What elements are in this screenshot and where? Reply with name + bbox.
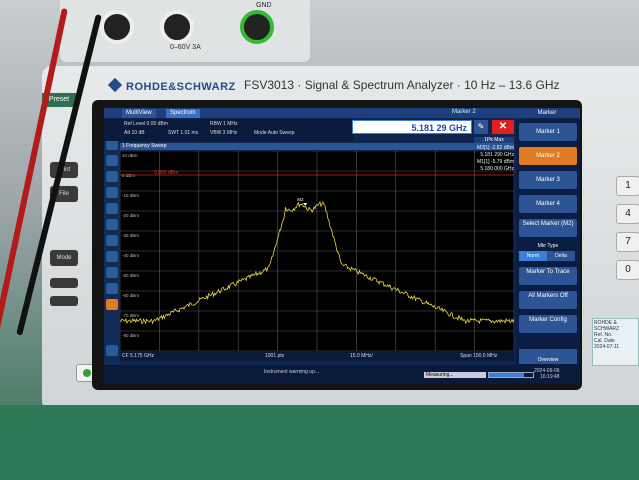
select-marker-button[interactable]: Select Marker (M2) bbox=[519, 219, 577, 237]
measuring-indicator: Measuring... bbox=[424, 372, 486, 378]
marker-2-button[interactable]: Marker 2 bbox=[519, 147, 577, 165]
m2-frequency: 5.181 290 GHz bbox=[480, 152, 514, 158]
pencil-edit-icon[interactable]: ✎ bbox=[474, 120, 488, 134]
analyzer-display: MultiView Spectrum Marker 2 Marker Ref L… bbox=[104, 108, 580, 384]
toolbar-tool-icon[interactable] bbox=[106, 251, 118, 262]
marker-dialog-title: Marker 2 bbox=[452, 109, 476, 115]
calibration-sticker: ROHDE & SCHWARZ Ref. No. Cal. Date 2024-… bbox=[592, 318, 639, 366]
marker-config-button[interactable]: Marker Config bbox=[519, 315, 577, 333]
sweep-footer: CF 5.175 GHz 1001 pts 15.0 MHz/ Span 150… bbox=[120, 351, 514, 361]
reference-level-label: 0.000 dBm bbox=[154, 170, 178, 176]
marker-m2-tag: M2 bbox=[297, 197, 304, 202]
sweep-time[interactable]: SWT 1.01 ms bbox=[168, 130, 198, 136]
black-jack bbox=[160, 10, 194, 44]
toolbar-tool-icon[interactable] bbox=[106, 267, 118, 278]
status-bar: Instrument warming up... Measuring... bbox=[104, 365, 580, 384]
mkr-type-toggle[interactable]: Norm Delta bbox=[519, 251, 577, 261]
brand-logo: ROHDE&SCHWARZ bbox=[107, 77, 236, 93]
key-1[interactable]: 1 bbox=[616, 176, 639, 196]
rbw[interactable]: RBW 1 MHz bbox=[210, 121, 238, 127]
all-markers-off-button[interactable]: All Markers Off bbox=[519, 291, 577, 309]
y-tick-label: -60 dBm bbox=[122, 293, 139, 298]
key-0[interactable]: 0 bbox=[616, 260, 639, 280]
close-icon[interactable]: ✕ bbox=[492, 120, 514, 134]
marker-1-button[interactable]: Marker 1 bbox=[519, 123, 577, 141]
toolbar-active-tool-icon[interactable] bbox=[106, 299, 118, 310]
y-tick-label: -30 dBm bbox=[122, 233, 139, 238]
toolbar-tool-icon[interactable] bbox=[106, 155, 118, 166]
vbw[interactable]: VBW 3 MHz bbox=[210, 130, 237, 136]
m1-level: M1[1] -5.79 dBm bbox=[477, 159, 514, 165]
marker-triangle-icon bbox=[303, 203, 308, 206]
brand-name: ROHDE&SCHWARZ bbox=[126, 81, 236, 93]
windows-start-icon[interactable] bbox=[106, 345, 118, 356]
usb-port bbox=[50, 278, 78, 288]
sweep-points: 1001 pts bbox=[265, 353, 285, 359]
gnd-jack bbox=[240, 10, 274, 44]
y-tick-label: -20 dBm bbox=[122, 213, 139, 218]
mode-button[interactable]: Mode bbox=[50, 250, 78, 266]
y-tick-label: -80 dBm bbox=[122, 333, 139, 338]
toolbar-tool-icon[interactable] bbox=[106, 283, 118, 294]
sticker-line: 2024-07-11 bbox=[594, 344, 620, 350]
y-tick-label: -40 dBm bbox=[122, 253, 139, 258]
y-tick-label: 0 dBm bbox=[122, 173, 135, 178]
marker-softkeys: Marker 1 Marker 2 Marker 3 Marker 4 Sele… bbox=[516, 119, 580, 365]
key-7[interactable]: 7 bbox=[616, 232, 639, 252]
gnd-label: GND bbox=[256, 2, 272, 9]
key-4[interactable]: 4 bbox=[616, 204, 639, 224]
spectrum-plot: 10 dBm 0 dBm -10 dBm -20 dBm -30 dBm -40 dBm -… bbox=[120, 151, 514, 351]
tab-multiview[interactable]: MultiView bbox=[122, 109, 156, 118]
usb-port bbox=[50, 296, 78, 306]
m1-frequency: 5.180 000 GHz bbox=[480, 166, 514, 172]
progress-fill bbox=[489, 373, 525, 377]
marker-4-button[interactable]: Marker 4 bbox=[519, 195, 577, 213]
mkr-type-delta[interactable]: Delta bbox=[547, 251, 575, 261]
red-jack bbox=[100, 10, 134, 44]
marker-to-trace-button[interactable]: Marker To Trace bbox=[519, 267, 577, 285]
y-tick-label: -70 dBm bbox=[122, 313, 139, 318]
y-tick-label: 10 dBm bbox=[122, 153, 138, 158]
marker-3-button[interactable]: Marker 3 bbox=[519, 171, 577, 189]
workbench bbox=[0, 405, 639, 480]
psu-rating: 0–60V 3A bbox=[170, 44, 201, 51]
mkr-type-norm[interactable]: Norm bbox=[519, 251, 547, 261]
y-tick-label: -10 dBm bbox=[122, 193, 139, 198]
tab-spectrum[interactable]: Spectrum bbox=[166, 109, 200, 118]
span[interactable]: Span 150.0 MHz bbox=[460, 353, 497, 359]
freq-per-div: 15.0 MHz/ bbox=[350, 353, 373, 359]
toolbar-tool-icon[interactable] bbox=[106, 187, 118, 198]
toolbar-tool-icon[interactable] bbox=[106, 171, 118, 182]
marker-frequency-input[interactable]: 5.181 29 GHz bbox=[352, 120, 472, 134]
model-title: FSV3013 · Signal & Spectrum Analyzer · 1… bbox=[244, 78, 560, 92]
marker-readout: M2[1] -2.82 dBm 5.181 290 GHz M1[1] -5.7… bbox=[424, 145, 514, 173]
center-frequency[interactable]: CF 5.175 GHz bbox=[122, 353, 154, 359]
attenuation[interactable]: Att 10 dB bbox=[124, 130, 145, 136]
y-tick-label: -50 dBm bbox=[122, 273, 139, 278]
status-message: Instrument warming up... bbox=[264, 369, 320, 375]
tab-bar: MultiView Spectrum Marker 2 Marker bbox=[104, 108, 580, 118]
time: 16:19:48 bbox=[540, 374, 560, 380]
mkr-type-label: Mkr Type bbox=[537, 243, 559, 249]
sticker-line: ROHDE & SCHWARZ bbox=[594, 320, 620, 332]
toolbar-tool-icon[interactable] bbox=[106, 219, 118, 230]
rs-diamond-icon bbox=[107, 77, 123, 93]
measurement-settings: Ref Level 0.00 dBm Att 10 dB SWT 1.01 ms… bbox=[104, 119, 354, 141]
toolbar-tool-icon[interactable] bbox=[106, 203, 118, 214]
power-led-icon bbox=[83, 369, 91, 377]
left-toolbar bbox=[104, 119, 120, 365]
clock: 2024-09-06 16:19:48 bbox=[534, 368, 560, 380]
spectrum-svg: 10 dBm 0 dBm -10 dBm -20 dBm -30 dBm -40 dBm -… bbox=[120, 151, 514, 351]
ref-level[interactable]: Ref Level 0.00 dBm bbox=[124, 121, 168, 127]
overview-button[interactable]: Overview bbox=[519, 349, 577, 364]
measure-progress bbox=[488, 372, 534, 378]
marker-menu-header: Marker bbox=[514, 108, 580, 118]
toolbar-tool-icon[interactable] bbox=[106, 235, 118, 246]
sweep-mode[interactable]: Mode Auto Sweep bbox=[254, 130, 295, 136]
m2-level: M2[1] -2.82 dBm bbox=[477, 145, 514, 151]
